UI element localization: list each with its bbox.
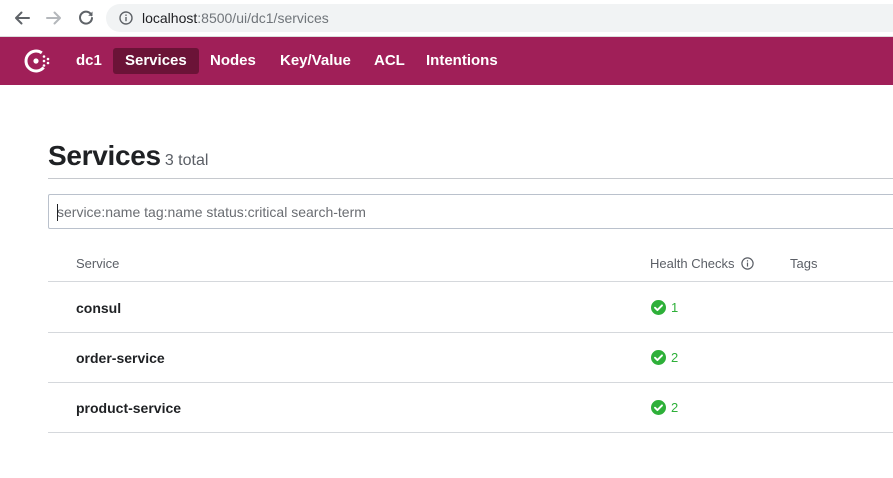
nav-intentions[interactable]: Intentions xyxy=(426,48,498,74)
nav-nodes[interactable]: Nodes xyxy=(210,48,256,74)
app-header: dc1 Services Nodes Key/Value ACL Intenti… xyxy=(0,37,893,85)
search-input[interactable] xyxy=(50,196,890,227)
services-count: 3 total xyxy=(164,152,209,169)
nav-key-value[interactable]: Key/Value xyxy=(280,48,351,74)
title-divider xyxy=(48,178,893,179)
column-header-tags: Tags xyxy=(790,256,818,271)
address-bar[interactable]: localhost:8500/ui/dc1/services xyxy=(106,4,893,32)
column-header-health-checks: Health Checks xyxy=(650,257,754,271)
nav-services[interactable]: Services xyxy=(113,48,199,74)
forward-arrow-icon[interactable] xyxy=(43,8,65,28)
health-check-count: 2 xyxy=(671,400,679,415)
check-circle-icon xyxy=(651,400,666,415)
column-header-service: Service xyxy=(76,256,120,271)
check-circle-icon xyxy=(651,300,666,315)
row-divider xyxy=(48,332,893,333)
datacenter-menu[interactable]: dc1 xyxy=(76,48,102,74)
page-title: Services xyxy=(48,140,161,171)
service-link-consul[interactable]: consul xyxy=(76,300,121,316)
nav-acl[interactable]: ACL xyxy=(374,48,405,74)
browser-toolbar: localhost:8500/ui/dc1/services xyxy=(0,0,893,37)
consul-logo-icon[interactable] xyxy=(23,47,53,75)
check-circle-icon xyxy=(651,350,666,365)
row-divider xyxy=(48,432,893,433)
info-icon[interactable] xyxy=(119,11,133,25)
url-path: :8500/ui/dc1/services xyxy=(197,10,329,26)
reload-icon[interactable] xyxy=(75,8,97,28)
text-caret xyxy=(57,204,58,221)
health-check-count: 2 xyxy=(671,350,679,365)
search-box[interactable] xyxy=(48,194,893,229)
row-divider xyxy=(48,382,893,383)
table-header-divider xyxy=(48,281,893,282)
info-icon[interactable] xyxy=(741,257,754,270)
service-link-product-service[interactable]: product-service xyxy=(76,400,181,416)
back-arrow-icon[interactable] xyxy=(11,8,33,28)
url-text: localhost:8500/ui/dc1/services xyxy=(142,10,329,26)
service-link-order-service[interactable]: order-service xyxy=(76,350,165,366)
health-checks-label: Health Checks xyxy=(650,256,735,271)
health-check-count: 1 xyxy=(671,300,679,315)
url-host: localhost xyxy=(142,10,198,26)
page-title-row: Services 3 total xyxy=(48,140,208,172)
